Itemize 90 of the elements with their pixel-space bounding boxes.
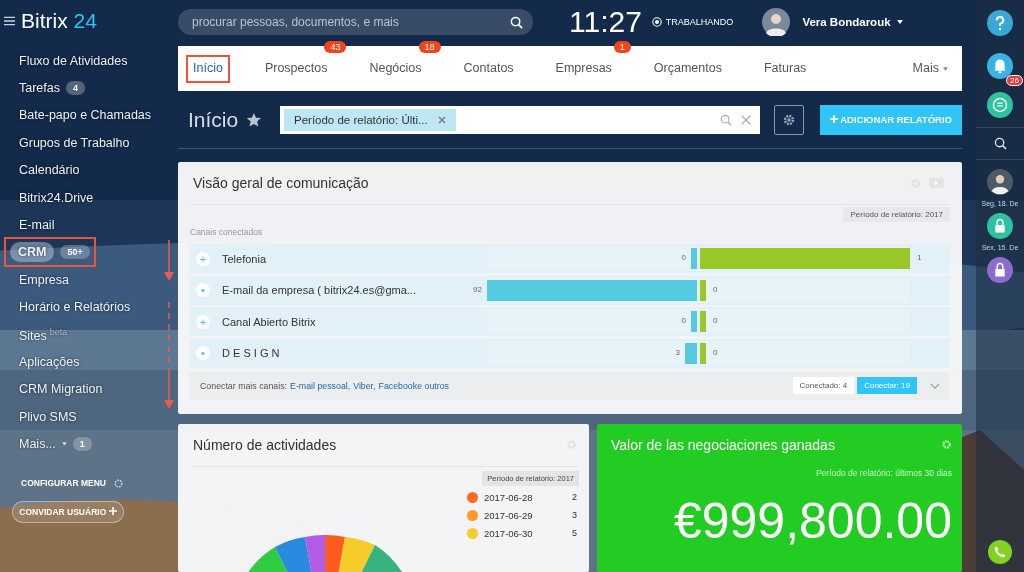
- sidebar-item[interactable]: Bate-papo e Chamadas: [19, 108, 152, 123]
- counter: 4: [66, 81, 85, 96]
- card-title: Valor de las negociaciones ganadas: [611, 436, 835, 453]
- tab[interactable]: Negócios: [369, 58, 422, 79]
- counter: 1: [72, 437, 92, 452]
- lock-icon[interactable]: [987, 213, 1013, 239]
- tab[interactable]: Contatos: [463, 58, 514, 79]
- close-icon[interactable]: [437, 115, 446, 124]
- section-label: Canais conectados: [190, 227, 264, 238]
- gear-icon: [782, 112, 797, 127]
- plus-icon: [108, 506, 117, 515]
- channel-row[interactable]: + Canal Abierto Bitrix 0 0: [190, 307, 950, 337]
- sidebar-item[interactable]: Sites $^{beta}$: [19, 326, 68, 343]
- legend-count: 3: [572, 510, 577, 521]
- legend-count: 2: [572, 492, 577, 503]
- card-title: Número de actividades: [193, 436, 337, 453]
- count-label: 0: [681, 253, 686, 263]
- phone-icon[interactable]: [988, 540, 1012, 564]
- notification-badge: 26: [1006, 75, 1023, 86]
- bell-icon[interactable]: [987, 53, 1013, 79]
- channel-row[interactable]: • D E S I G N 3 0: [190, 338, 950, 368]
- tab[interactable]: Empresas: [555, 58, 612, 79]
- chat-icon[interactable]: [987, 92, 1013, 118]
- work-status[interactable]: TRABALHANDO: [665, 17, 734, 28]
- channel-name: Canal Abierto Bitrix: [222, 315, 317, 328]
- sidebar-item[interactable]: E-mail: [19, 218, 55, 233]
- sidebar-item[interactable]: Grupos de Trabalho: [19, 135, 130, 150]
- sidebar-item[interactable]: Tarefas: [19, 81, 60, 96]
- sidebar-item[interactable]: Bitrix24.Drive: [19, 190, 94, 205]
- legend-label: 2017-06-29: [484, 509, 534, 521]
- sidebar-item[interactable]: Calendário: [19, 163, 80, 178]
- clock: 11:27: [569, 5, 642, 40]
- sidebar-item[interactable]: Empresa: [19, 272, 70, 287]
- count-label: 1: [917, 253, 922, 263]
- count-label: 3: [675, 347, 680, 357]
- legend-count: 5: [572, 528, 577, 539]
- channel-row[interactable]: + Telefonia 0 1: [190, 244, 950, 274]
- legend-label: 2017-06-28: [484, 491, 534, 503]
- filter-field[interactable]: Período de relatório: Últi...: [280, 105, 761, 134]
- avatar[interactable]: [762, 8, 791, 37]
- channel-link[interactable]: E-mail pessoal,: [290, 380, 351, 391]
- user-name[interactable]: Vera Bondarouk: [802, 16, 891, 29]
- caret-icon[interactable]: [896, 20, 903, 25]
- channel-name: E-mail da empresa ( bitrix24.es@gma...: [222, 284, 417, 297]
- settings-button[interactable]: [774, 104, 804, 135]
- footer-label: Conectar mais canais:: [200, 380, 288, 391]
- record-icon: [651, 17, 662, 28]
- counter: 50+: [60, 245, 90, 260]
- channel-name: D E S I G N: [222, 347, 281, 360]
- configure-menu-link[interactable]: CONFIGURAR MENU: [21, 478, 106, 489]
- search-icon[interactable]: [993, 137, 1007, 150]
- legend-label: 2017-06-30: [484, 527, 534, 539]
- sidebar-item[interactable]: Mais...: [19, 437, 56, 452]
- channel-name: Telefonia: [222, 252, 268, 265]
- tab[interactable]: Início: [193, 58, 223, 79]
- page-title: Início: [188, 107, 239, 132]
- card-title: Visão geral de comunicação: [193, 175, 369, 192]
- avatar[interactable]: [987, 169, 1013, 195]
- deal-value: €999,800.00: [672, 491, 952, 550]
- count-label: 0: [713, 316, 718, 326]
- star-icon[interactable]: [246, 111, 262, 128]
- plus-icon: [829, 115, 838, 124]
- menu-icon[interactable]: [4, 16, 15, 26]
- logo[interactable]: Bitrix 24: [21, 9, 97, 33]
- channel-row[interactable]: • E-mail da empresa ( bitrix24.es@gma... 92 0: [190, 275, 950, 305]
- sidebar-item[interactable]: Horário e Relatórios: [19, 300, 131, 315]
- channel-link[interactable]: Viber,: [353, 380, 376, 391]
- sidebar-item[interactable]: CRM Migration: [19, 382, 103, 397]
- count-label: 0: [681, 316, 686, 326]
- lock-icon[interactable]: [987, 257, 1013, 283]
- search-icon[interactable]: [510, 15, 523, 29]
- sidebar-item[interactable]: Aplicações: [19, 355, 80, 369]
- period-label: Período de relatório: 2017: [843, 207, 950, 223]
- more-tab[interactable]: Mais: [912, 58, 939, 79]
- help-icon[interactable]: [987, 10, 1013, 36]
- invite-user-button[interactable]: CONVIDAR USUÁRIO: [12, 500, 124, 523]
- count-label: 92: [473, 284, 482, 294]
- tab[interactable]: Faturas: [763, 58, 807, 79]
- caret-icon: [943, 66, 948, 71]
- channel-link[interactable]: Facebooke outros: [378, 380, 449, 391]
- sidebar-item[interactable]: Fluxo de Atividades: [19, 53, 128, 68]
- settings-icon[interactable]: [113, 477, 124, 489]
- count-label: 0: [713, 347, 718, 357]
- sidebar-item[interactable]: Plivo SMS: [19, 409, 77, 424]
- filter-tag[interactable]: Período de relatório: Últi...: [284, 108, 456, 131]
- connected-count[interactable]: Conectado: 4: [792, 377, 855, 395]
- period-label: Período de relatório: últimos 30 dias: [814, 467, 952, 478]
- tab[interactable]: Prospectos: [264, 58, 328, 79]
- count-label: 0: [713, 284, 718, 294]
- tab[interactable]: Orçamentos: [653, 58, 722, 79]
